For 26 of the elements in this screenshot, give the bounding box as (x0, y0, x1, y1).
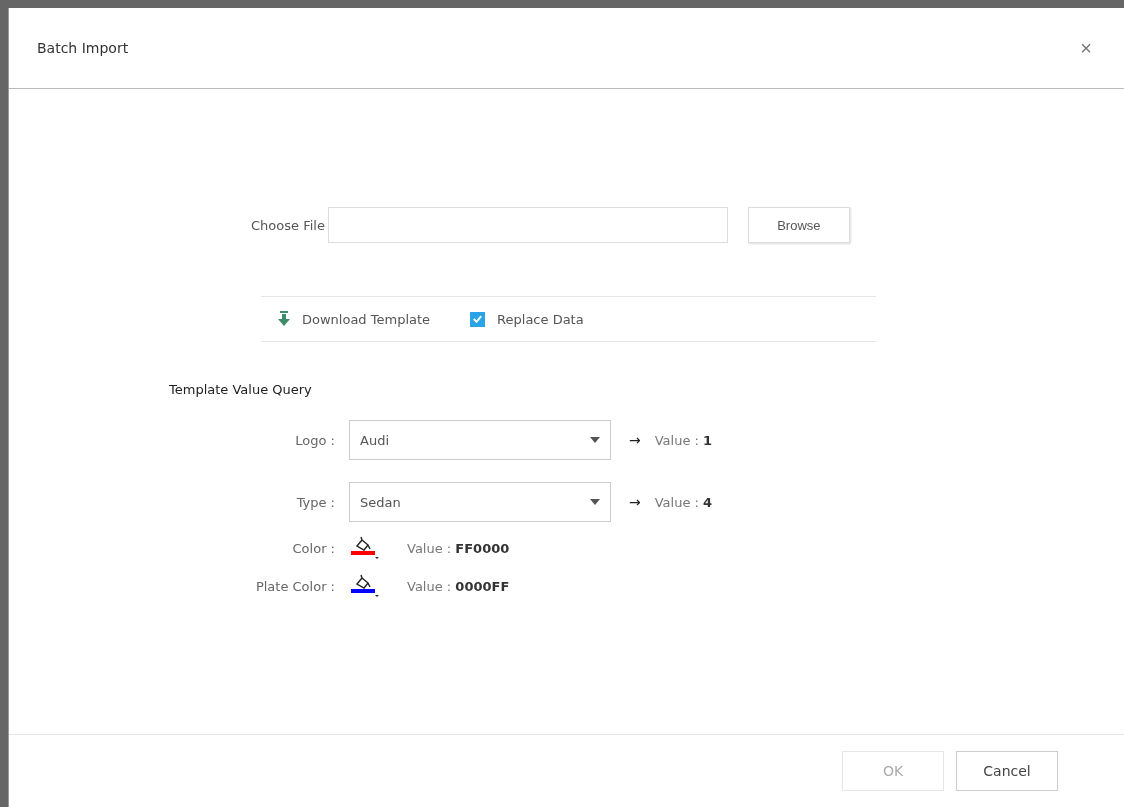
value-text: Value : 0000FF (407, 578, 510, 594)
download-template-link[interactable]: Download Template (278, 311, 431, 327)
section-title: Template Value Query (169, 382, 313, 397)
arrow-glyph: → (629, 432, 641, 448)
file-path-field[interactable] (327, 207, 728, 243)
browse-button[interactable]: Browse (747, 207, 850, 243)
download-icon (278, 311, 290, 327)
field-label: Plate Color : (254, 578, 335, 594)
color-picker-button[interactable] (349, 574, 379, 598)
dropdown-field[interactable]: Audi (349, 420, 611, 460)
dialog-title: Batch Import (37, 40, 129, 56)
replace-data-checkbox[interactable]: Replace Data (470, 311, 584, 327)
close-button[interactable]: × (1076, 36, 1096, 60)
choose-file-label: Choose File (251, 217, 325, 233)
dropdown-field[interactable]: Sedan (349, 482, 611, 522)
value-text: Value : FF0000 (407, 540, 510, 556)
field-label: Logo : (294, 432, 335, 448)
dialog-button[interactable]: Cancel (956, 751, 1058, 791)
dropdown-caret-icon (590, 437, 600, 443)
color-picker-button[interactable] (349, 536, 379, 560)
field-label: Type : (295, 494, 335, 510)
dropdown-caret-icon (590, 499, 600, 505)
value-text: Value : 4 (654, 494, 713, 510)
field-label: Color : (291, 540, 335, 556)
value-text: Value : 1 (654, 432, 713, 448)
arrow-glyph: → (629, 494, 641, 510)
